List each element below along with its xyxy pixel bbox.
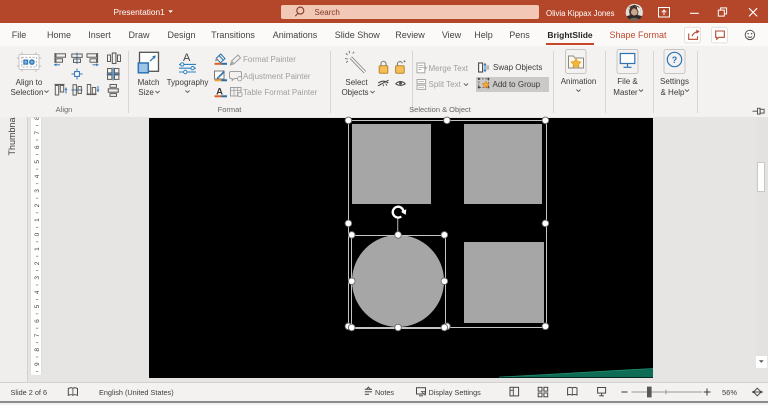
svg-text:Thumbnails: Thumbnails [7, 108, 17, 155]
svg-text:8: 8 [34, 116, 41, 120]
svg-text:6: 6 [34, 145, 41, 149]
svg-text:5: 5 [34, 160, 41, 164]
svg-text:6: 6 [34, 319, 41, 323]
svg-text:3: 3 [34, 189, 41, 193]
svg-text:A: A [183, 52, 191, 64]
svg-text:2: 2 [34, 261, 41, 265]
svg-text:8: 8 [34, 348, 41, 352]
svg-text:7: 7 [34, 333, 41, 337]
svg-text:9: 9 [34, 362, 41, 366]
svg-text:1: 1 [34, 247, 41, 251]
svg-text:1: 1 [34, 218, 41, 222]
svg-text:2: 2 [34, 203, 41, 207]
svg-text:7: 7 [34, 131, 41, 135]
svg-text:5: 5 [34, 304, 41, 308]
svg-text:?: ? [672, 55, 678, 65]
svg-text:0: 0 [34, 232, 41, 236]
svg-text:4: 4 [34, 290, 41, 294]
svg-text:3: 3 [34, 276, 41, 280]
svg-text:4: 4 [34, 174, 41, 178]
